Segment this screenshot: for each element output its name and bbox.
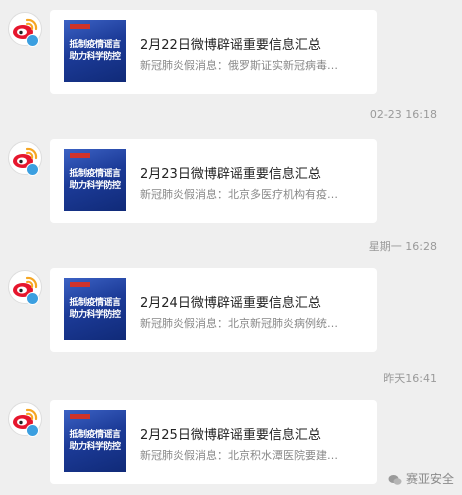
timestamp: 星期一 16:28 — [368, 240, 437, 253]
thumbnail-headline: 抵制疫情谣言 — [69, 430, 121, 440]
verified-badge-icon — [26, 163, 39, 176]
thumbnail-logo-icon — [70, 24, 90, 29]
thumbnail-logo-icon — [70, 414, 90, 419]
message-row: 抵制疫情谣言 助力科学防控 2月22日微博辟谣重要信息汇总 新冠肺炎假消息：俄罗… — [0, 10, 462, 94]
thumbnail-subheadline: 助力科学防控 — [69, 181, 121, 191]
article-description: 新冠肺炎假消息：北京新冠肺炎病例统… — [140, 317, 338, 330]
watermark: 赛亚安全 — [388, 470, 454, 487]
article-title: 2月22日微博辟谣重要信息汇总 — [140, 38, 321, 53]
thumbnail-subheadline: 助力科学防控 — [69, 310, 121, 320]
verified-badge-icon — [26, 34, 39, 47]
thumbnail-logo-icon — [70, 153, 90, 158]
message-row: 抵制疫情谣言 助力科学防控 2月24日微博辟谣重要信息汇总 新冠肺炎假消息：北京… — [0, 268, 462, 352]
article-title: 2月25日微博辟谣重要信息汇总 — [140, 428, 321, 443]
article-thumbnail: 抵制疫情谣言 助力科学防控 — [64, 278, 126, 340]
article-title: 2月23日微博辟谣重要信息汇总 — [140, 167, 321, 182]
article-thumbnail: 抵制疫情谣言 助力科学防控 — [64, 149, 126, 211]
article-thumbnail: 抵制疫情谣言 助力科学防控 — [64, 410, 126, 472]
article-description: 新冠肺炎假消息：北京积水潭医院要建… — [140, 449, 338, 462]
thumbnail-subheadline: 助力科学防控 — [69, 52, 121, 62]
article-description: 新冠肺炎假消息：北京多医疗机构有疫… — [140, 188, 338, 201]
thumbnail-headline: 抵制疫情谣言 — [69, 169, 121, 179]
wechat-icon — [388, 474, 402, 486]
thumbnail-subheadline: 助力科学防控 — [69, 442, 121, 452]
article-card[interactable]: 抵制疫情谣言 助力科学防控 2月24日微博辟谣重要信息汇总 新冠肺炎假消息：北京… — [50, 268, 377, 352]
timestamp: 02-23 16:18 — [369, 108, 437, 121]
article-description: 新冠肺炎假消息：俄罗斯证实新冠病毒… — [140, 59, 338, 72]
article-card[interactable]: 抵制疫情谣言 助力科学防控 2月22日微博辟谣重要信息汇总 新冠肺炎假消息：俄罗… — [50, 10, 377, 94]
article-card[interactable]: 抵制疫情谣言 助力科学防控 2月25日微博辟谣重要信息汇总 新冠肺炎假消息：北京… — [50, 400, 377, 484]
verified-badge-icon — [26, 292, 39, 305]
watermark-text: 赛亚安全 — [405, 472, 454, 486]
article-thumbnail: 抵制疫情谣言 助力科学防控 — [64, 20, 126, 82]
article-card[interactable]: 抵制疫情谣言 助力科学防控 2月23日微博辟谣重要信息汇总 新冠肺炎假消息：北京… — [50, 139, 377, 223]
thumbnail-logo-icon — [70, 282, 90, 287]
verified-badge-icon — [26, 424, 39, 437]
message-row: 抵制疫情谣言 助力科学防控 2月23日微博辟谣重要信息汇总 新冠肺炎假消息：北京… — [0, 139, 462, 223]
thumbnail-headline: 抵制疫情谣言 — [69, 40, 121, 50]
timestamp: 昨天16:41 — [383, 372, 437, 385]
thumbnail-headline: 抵制疫情谣言 — [69, 298, 121, 308]
article-title: 2月24日微博辟谣重要信息汇总 — [140, 296, 321, 311]
